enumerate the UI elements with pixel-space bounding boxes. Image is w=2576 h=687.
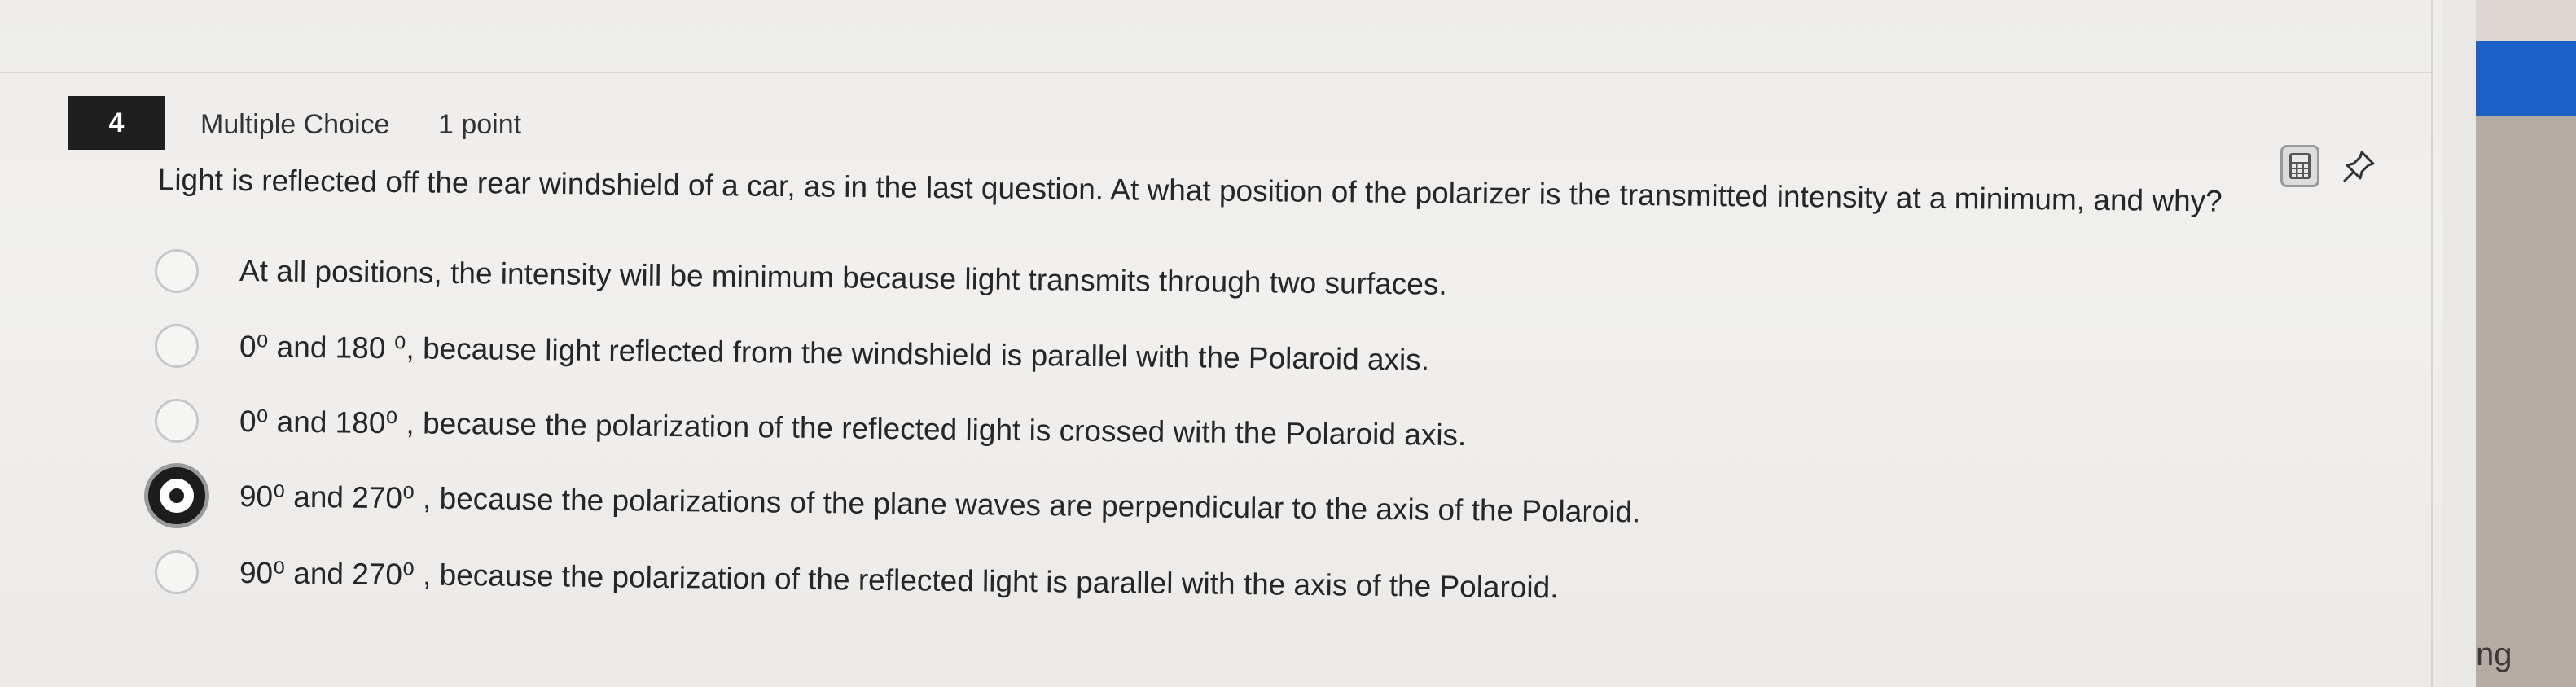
radio-button[interactable] bbox=[155, 324, 199, 368]
answer-option[interactable]: At all positions, the intensity will be … bbox=[155, 249, 1447, 301]
answer-option-label: 0⁰ and 180⁰ , because the polarization o… bbox=[239, 404, 1467, 452]
answer-option[interactable]: 0⁰ and 180 ⁰, because light reflected fr… bbox=[155, 324, 1429, 376]
question-number-badge: 4 bbox=[68, 96, 165, 150]
divider bbox=[0, 72, 2431, 73]
answer-option-selected[interactable]: 90⁰ and 270⁰ , because the polarizations… bbox=[148, 467, 1641, 528]
question-points: 1 point bbox=[438, 109, 522, 140]
side-panel-text: ng bbox=[2476, 637, 2512, 672]
radio-button[interactable] bbox=[155, 249, 199, 293]
calculator-glyph bbox=[2289, 153, 2311, 179]
pin-glyph bbox=[2343, 151, 2375, 182]
answer-option[interactable]: 90⁰ and 270⁰ , because the polarization … bbox=[155, 550, 1559, 604]
radio-button[interactable] bbox=[155, 399, 199, 443]
question-type: Multiple Choice bbox=[200, 109, 390, 140]
side-panel-header bbox=[2476, 0, 2576, 41]
calculator-icon[interactable] bbox=[2280, 145, 2319, 187]
radio-button[interactable] bbox=[155, 550, 199, 594]
answer-option[interactable]: 0⁰ and 180⁰ , because the polarization o… bbox=[155, 399, 1467, 452]
divider bbox=[2431, 0, 2433, 687]
answer-option-label: 90⁰ and 270⁰ , because the polarizations… bbox=[239, 479, 1641, 529]
question-tools bbox=[2280, 145, 2378, 187]
answer-option-label: 0⁰ and 180 ⁰, because light reflected fr… bbox=[239, 329, 1430, 377]
pin-icon[interactable] bbox=[2341, 147, 2378, 185]
answer-option-label: 90⁰ and 270⁰ , because the polarization … bbox=[239, 555, 1559, 604]
side-panel: ng bbox=[2476, 0, 2576, 687]
side-panel-accent[interactable] bbox=[2476, 41, 2576, 116]
question-prompt: Light is reflected off the rear windshie… bbox=[157, 162, 2223, 218]
answer-option-label: At all positions, the intensity will be … bbox=[239, 254, 1447, 301]
question-page: 4 Multiple Choice 1 point Light is refle… bbox=[0, 0, 2443, 687]
radio-button-selected[interactable] bbox=[148, 467, 205, 524]
